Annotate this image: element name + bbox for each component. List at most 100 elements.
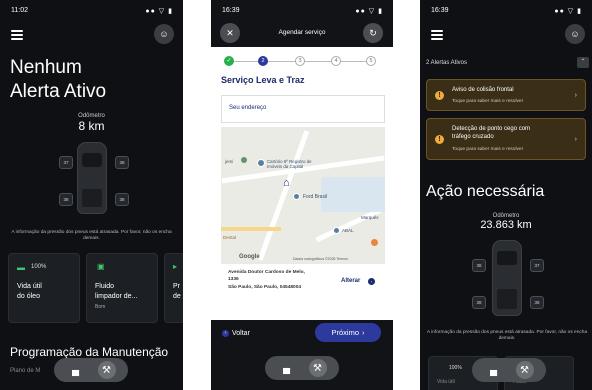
bottom-nav: ▄ ⚒: [472, 358, 546, 382]
maintenance-plan-link[interactable]: Plano de M: [10, 368, 40, 374]
selected-address: Avenida Doutor Cardoso de Melo, 1336 São…: [221, 267, 385, 309]
address-label: Seu endereço: [229, 105, 267, 111]
map-label-dental: Dental: [223, 235, 237, 240]
abal-pin-icon: [333, 227, 340, 234]
map-label-marques: Marquês: [361, 215, 379, 220]
menu-icon[interactable]: [11, 30, 23, 40]
tire-rear-left: 38: [472, 296, 486, 309]
profile-icon[interactable]: ☺: [565, 24, 585, 44]
phone-screen-no-alerts: 11:02 ●● ▽ ▮ ☺ Nenhum Alerta Ativo Odôme…: [0, 0, 183, 390]
tire-pressure-note: A informação da pressão dos pneus está a…: [11, 230, 172, 241]
change-arrow-icon[interactable]: ›: [368, 278, 375, 285]
headline-line-1: Nenhum: [10, 57, 82, 78]
phone-screen-schedule-service: 16:39 ●● ▽ ▮ ✕ Agendar serviço ↻ ✓ 2 3 4…: [211, 0, 393, 390]
headline-line-2: Alerta Ativo: [10, 81, 107, 102]
map-view[interactable]: jemi Cartório 8º Registro de Imóveis da …: [221, 127, 385, 264]
wrench-tab-icon[interactable]: ⚒: [308, 359, 327, 377]
poi-pin-icon: [241, 157, 247, 163]
alert-blind-spot[interactable]: ! Detecção de ponto cego com tráfego cru…: [426, 118, 586, 160]
next-chevron-icon: ›: [362, 328, 365, 337]
partial-icon: ▸: [173, 262, 178, 271]
washer-status: Bom: [95, 304, 106, 310]
chevron-right-icon: ›: [574, 92, 577, 99]
oil-life-card[interactable]: ▬ 100% Vida útil do óleo: [8, 253, 80, 323]
chevron-right-icon: ›: [574, 136, 577, 143]
home-marker-icon: ⌂: [283, 177, 290, 189]
tire-rear-right: 38: [115, 193, 129, 206]
warning-icon: !: [435, 91, 444, 100]
refresh-icon[interactable]: ↻: [363, 23, 383, 43]
odometer-value: 8 km: [78, 119, 105, 133]
menu-icon[interactable]: [431, 30, 443, 40]
partial-title-2: de: [173, 293, 181, 300]
food-pin-icon: [371, 239, 378, 246]
vehicle-tab-icon[interactable]: ▄: [67, 361, 85, 379]
back-button[interactable]: Voltar: [232, 330, 250, 337]
alert-2-title-2: tráfego cruzado: [452, 134, 494, 140]
oil-title-1: Vida útil: [17, 283, 42, 290]
address-field[interactable]: Seu endereço: [221, 95, 385, 123]
map-label-ford: Ford Brasil: [303, 194, 328, 200]
step-1-done-icon: ✓: [224, 56, 234, 66]
google-logo: Google: [239, 254, 260, 260]
alert-frontal-collision[interactable]: ! Aviso de colisão frontal Toque para sa…: [426, 79, 586, 111]
map-label-jemi: jemi: [225, 159, 234, 164]
tire-pressure-note: A informação da pressão dos pneus está a…: [426, 330, 588, 341]
vehicle-top-view: [77, 142, 107, 214]
partial-card[interactable]: ▸ Pr de: [164, 253, 183, 323]
maintenance-section-title: Programação da Manutenção: [10, 345, 169, 359]
washer-title-2: limpador de...: [95, 293, 138, 300]
service-form: ✓ 2 3 4 5 Serviço Leva e Traz Seu endere…: [211, 47, 393, 320]
change-address-link[interactable]: Alterar: [341, 278, 360, 284]
alerts-count-label: 2 Alertas Ativos: [426, 60, 468, 66]
status-icons: ●● ▽ ▮: [145, 8, 173, 15]
phone-screen-action-required: 16:39 ●● ▽ ▮ ☺ 2 Alertas Ativos ⌃ ! Avis…: [420, 0, 592, 390]
service-title: Serviço Leva e Traz: [221, 75, 305, 85]
tire-rear-left: 38: [59, 193, 73, 206]
tire-front-right: 38: [115, 156, 129, 169]
vehicle-tab-icon[interactable]: ▄: [278, 359, 296, 377]
back-arrow-icon[interactable]: ‹: [222, 330, 229, 337]
next-label: Próximo: [331, 328, 359, 337]
step-3: 3: [295, 56, 305, 66]
oil-title-2: do óleo: [17, 293, 40, 300]
status-time: 16:39: [431, 7, 449, 14]
alert-1-sub: Toque para saber mais e resolver: [452, 99, 524, 104]
oil-badge: 100%: [31, 264, 47, 270]
vehicle-top-view: [492, 240, 522, 316]
next-button[interactable]: Próximo ›: [315, 323, 381, 342]
address-line-1: Avenida Doutor Cardoso de Melo,: [228, 270, 305, 275]
wrench-tab-icon[interactable]: ⚒: [97, 361, 116, 379]
tire-front-left: 37: [59, 156, 73, 169]
oil-title: Vida útil: [437, 379, 455, 385]
map-label-abal: ABAL: [342, 228, 354, 233]
map-label-registry: Cartório 8º Registro de Imóveis da Capit…: [267, 159, 312, 169]
status-icons: ●● ▽ ▮: [554, 8, 582, 15]
ford-pin-icon: [293, 193, 300, 200]
washer-fluid-card[interactable]: ▣ Fluido limpador de... Bom: [86, 253, 158, 323]
step-2: 2: [258, 56, 268, 66]
collapse-alerts-icon[interactable]: ⌃: [577, 57, 589, 68]
oil-icon: ▬: [17, 263, 25, 272]
wrench-tab-icon[interactable]: ⚒: [515, 361, 534, 379]
map-attribution[interactable]: Dados cartográficos ©2025 Termos: [293, 257, 348, 261]
status-icons: ●● ▽ ▮: [355, 8, 383, 15]
washer-icon: ▣: [97, 262, 105, 271]
tire-front-left: 38: [472, 259, 486, 272]
washer-title-1: Fluido: [95, 283, 115, 290]
step-5: 5: [366, 56, 376, 66]
oil-badge: 100%: [449, 365, 462, 371]
tire-front-right: 37: [530, 259, 544, 272]
status-time: 16:39: [222, 7, 240, 14]
vehicle-tab-icon[interactable]: ▄: [485, 361, 503, 379]
alert-1-title: Aviso de colisão frontal: [452, 87, 514, 93]
partial-title-1: Pr: [173, 283, 180, 290]
bottom-nav: ▄ ⚒: [54, 358, 128, 382]
headline: Ação necessária: [426, 183, 545, 200]
profile-icon[interactable]: ☺: [154, 24, 174, 44]
step-4: 4: [331, 56, 341, 66]
bottom-nav: ▄ ⚒: [265, 356, 339, 380]
alert-2-title-1: Detecção de ponto cego com: [452, 126, 531, 132]
odometer-value: 23.863 km: [480, 219, 532, 231]
status-time: 11:02: [11, 7, 28, 14]
